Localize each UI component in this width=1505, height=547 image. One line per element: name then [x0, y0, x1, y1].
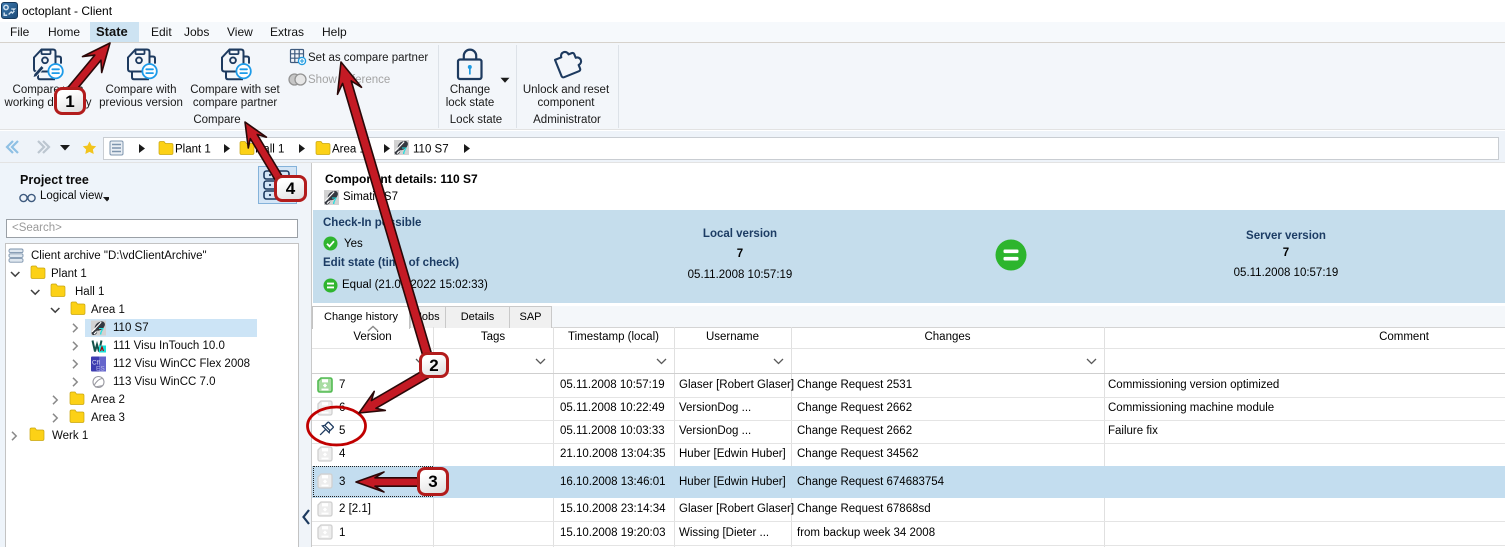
- svg-text:7: 7: [402, 146, 407, 157]
- svg-text:Hall 1: Hall 1: [255, 144, 284, 156]
- svg-text:7: 7: [332, 196, 337, 205]
- svg-text:ES: ES: [96, 366, 105, 373]
- svg-text:Plant 1: Plant 1: [175, 144, 211, 156]
- svg-text:110 S7: 110 S7: [413, 144, 449, 156]
- svg-text:Area 1: Area 1: [332, 144, 366, 156]
